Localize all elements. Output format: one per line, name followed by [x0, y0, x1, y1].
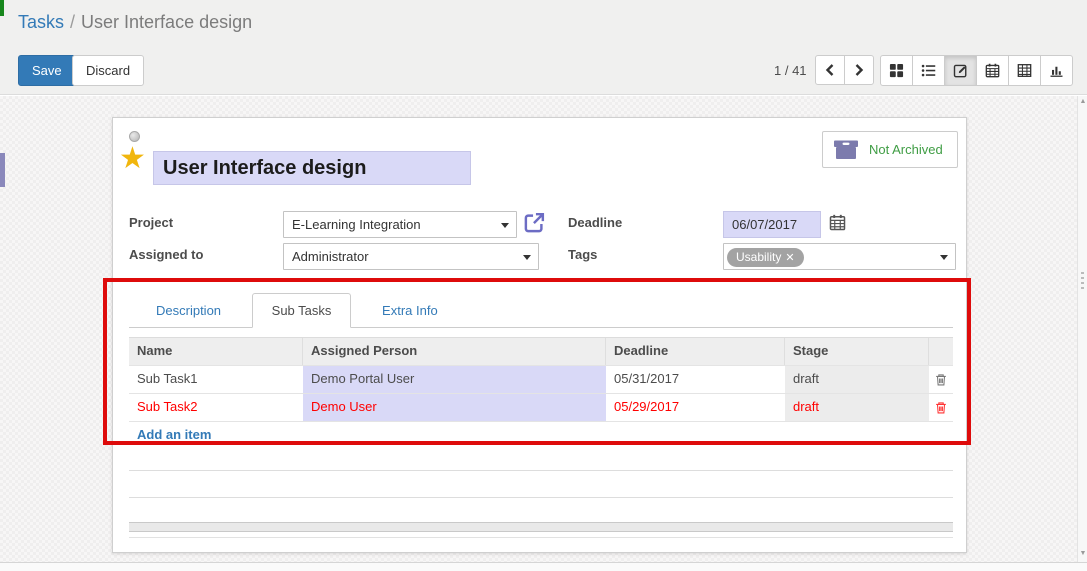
- breadcrumb-tasks-link[interactable]: Tasks: [18, 12, 64, 32]
- save-button[interactable]: Save: [18, 55, 76, 86]
- project-select[interactable]: E-Learning Integration: [283, 211, 517, 238]
- project-value: E-Learning Integration: [292, 217, 421, 232]
- list-view-button[interactable]: [912, 55, 945, 86]
- deadline-label: Deadline: [568, 215, 622, 230]
- calendar-icon: [985, 63, 1000, 78]
- tab-extra-info[interactable]: Extra Info: [363, 294, 457, 327]
- list-icon: [921, 63, 936, 78]
- tag-label: Usability: [736, 250, 781, 264]
- subtask-stage-cell[interactable]: draft: [785, 366, 929, 393]
- pager: [815, 55, 874, 85]
- scroll-up-icon[interactable]: ▲: [1079, 98, 1087, 105]
- delete-row-trash-icon[interactable]: [934, 372, 948, 387]
- pivot-table-icon: [1017, 63, 1032, 78]
- vertical-scrollbar[interactable]: ▲ ▼: [1077, 96, 1087, 562]
- assigned-to-value: Administrator: [292, 249, 369, 264]
- archive-state-label: Not Archived: [869, 142, 943, 157]
- tag-remove-icon[interactable]: ✕: [785, 252, 794, 264]
- scroll-down-icon[interactable]: ▼: [1079, 550, 1087, 557]
- status-dot-icon: [129, 131, 140, 142]
- tags-select[interactable]: Usability ✕: [723, 243, 956, 270]
- pager-counter: 1 / 41: [774, 63, 807, 78]
- breadcrumb-separator: /: [64, 12, 81, 32]
- subtask-assigned-cell[interactable]: Demo Portal User: [303, 366, 606, 393]
- kanban-view-button[interactable]: [880, 55, 913, 86]
- deadline-input[interactable]: 06/07/2017: [723, 211, 821, 238]
- kanban-icon: [889, 63, 904, 78]
- control-panel: Tasks/User Interface design Save Discard…: [0, 0, 1087, 95]
- add-item-row: Add an item: [129, 422, 953, 449]
- table-row[interactable]: Sub Task1 Demo Portal User 05/31/2017 dr…: [129, 366, 953, 394]
- caret-down-icon: [501, 223, 509, 228]
- subtask-name-cell[interactable]: Sub Task2: [129, 394, 303, 421]
- resize-handle-bar[interactable]: [129, 522, 953, 532]
- delete-row-trash-icon[interactable]: [934, 400, 948, 415]
- column-header-actions: [929, 338, 953, 365]
- bottom-window-band: [0, 562, 1087, 571]
- breadcrumb-current: User Interface design: [81, 12, 252, 32]
- task-title-input[interactable]: User Interface design: [153, 151, 471, 185]
- tab-sub-tasks[interactable]: Sub Tasks: [252, 293, 352, 328]
- chevron-right-icon: [853, 63, 865, 77]
- archive-box-icon: [833, 139, 859, 160]
- window-edge-accent: [0, 0, 4, 16]
- caret-down-icon: [523, 255, 531, 260]
- favorite-star-icon[interactable]: ★: [119, 144, 146, 174]
- column-header-deadline[interactable]: Deadline: [606, 338, 785, 365]
- subtask-deadline-cell[interactable]: 05/31/2017: [606, 366, 785, 393]
- edit-form-icon: [953, 63, 968, 78]
- pager-next-button[interactable]: [844, 55, 874, 85]
- not-archived-button[interactable]: Not Archived: [822, 131, 958, 168]
- separator-line: [129, 497, 953, 498]
- tags-label: Tags: [568, 247, 597, 262]
- subtasks-table: Name Assigned Person Deadline Stage Sub …: [129, 337, 953, 449]
- left-edge-accent: [0, 153, 5, 187]
- graph-view-button[interactable]: [1040, 55, 1073, 86]
- bar-chart-icon: [1049, 63, 1064, 78]
- pager-previous-button[interactable]: [815, 55, 845, 85]
- discard-button[interactable]: Discard: [72, 55, 144, 86]
- task-form-sheet: ★ User Interface design Not Archived Pro…: [112, 117, 967, 553]
- caret-down-icon: [940, 255, 948, 260]
- project-label: Project: [129, 215, 173, 230]
- column-header-assigned-person[interactable]: Assigned Person: [303, 338, 606, 365]
- subtask-stage-cell[interactable]: draft: [785, 394, 929, 421]
- add-an-item-link[interactable]: Add an item: [137, 427, 211, 442]
- calendar-view-button[interactable]: [976, 55, 1009, 86]
- assigned-to-select[interactable]: Administrator: [283, 243, 539, 270]
- breadcrumb: Tasks/User Interface design: [18, 12, 252, 33]
- table-row[interactable]: Sub Task2 Demo User 05/29/2017 draft: [129, 394, 953, 422]
- view-switcher: [880, 55, 1073, 86]
- assigned-to-label: Assigned to: [129, 247, 203, 262]
- external-link-icon[interactable]: [523, 211, 546, 234]
- notebook-tabs: Description Sub Tasks Extra Info: [129, 292, 953, 328]
- column-header-stage[interactable]: Stage: [785, 338, 929, 365]
- chevron-left-icon: [824, 63, 836, 77]
- table-header-row: Name Assigned Person Deadline Stage: [129, 338, 953, 366]
- subtask-assigned-cell[interactable]: Demo User: [303, 394, 606, 421]
- scrollbar-thumb[interactable]: [1081, 272, 1084, 290]
- tag-pill-usability[interactable]: Usability ✕: [727, 248, 804, 267]
- form-view-button[interactable]: [944, 55, 977, 86]
- subtask-deadline-cell[interactable]: 05/29/2017: [606, 394, 785, 421]
- subtask-name-cell[interactable]: Sub Task1: [129, 366, 303, 393]
- datepicker-calendar-icon[interactable]: [829, 214, 846, 231]
- column-header-name[interactable]: Name: [129, 338, 303, 365]
- pivot-view-button[interactable]: [1008, 55, 1041, 86]
- tab-description[interactable]: Description: [137, 294, 240, 327]
- separator-line: [129, 470, 953, 471]
- separator-line: [129, 537, 953, 538]
